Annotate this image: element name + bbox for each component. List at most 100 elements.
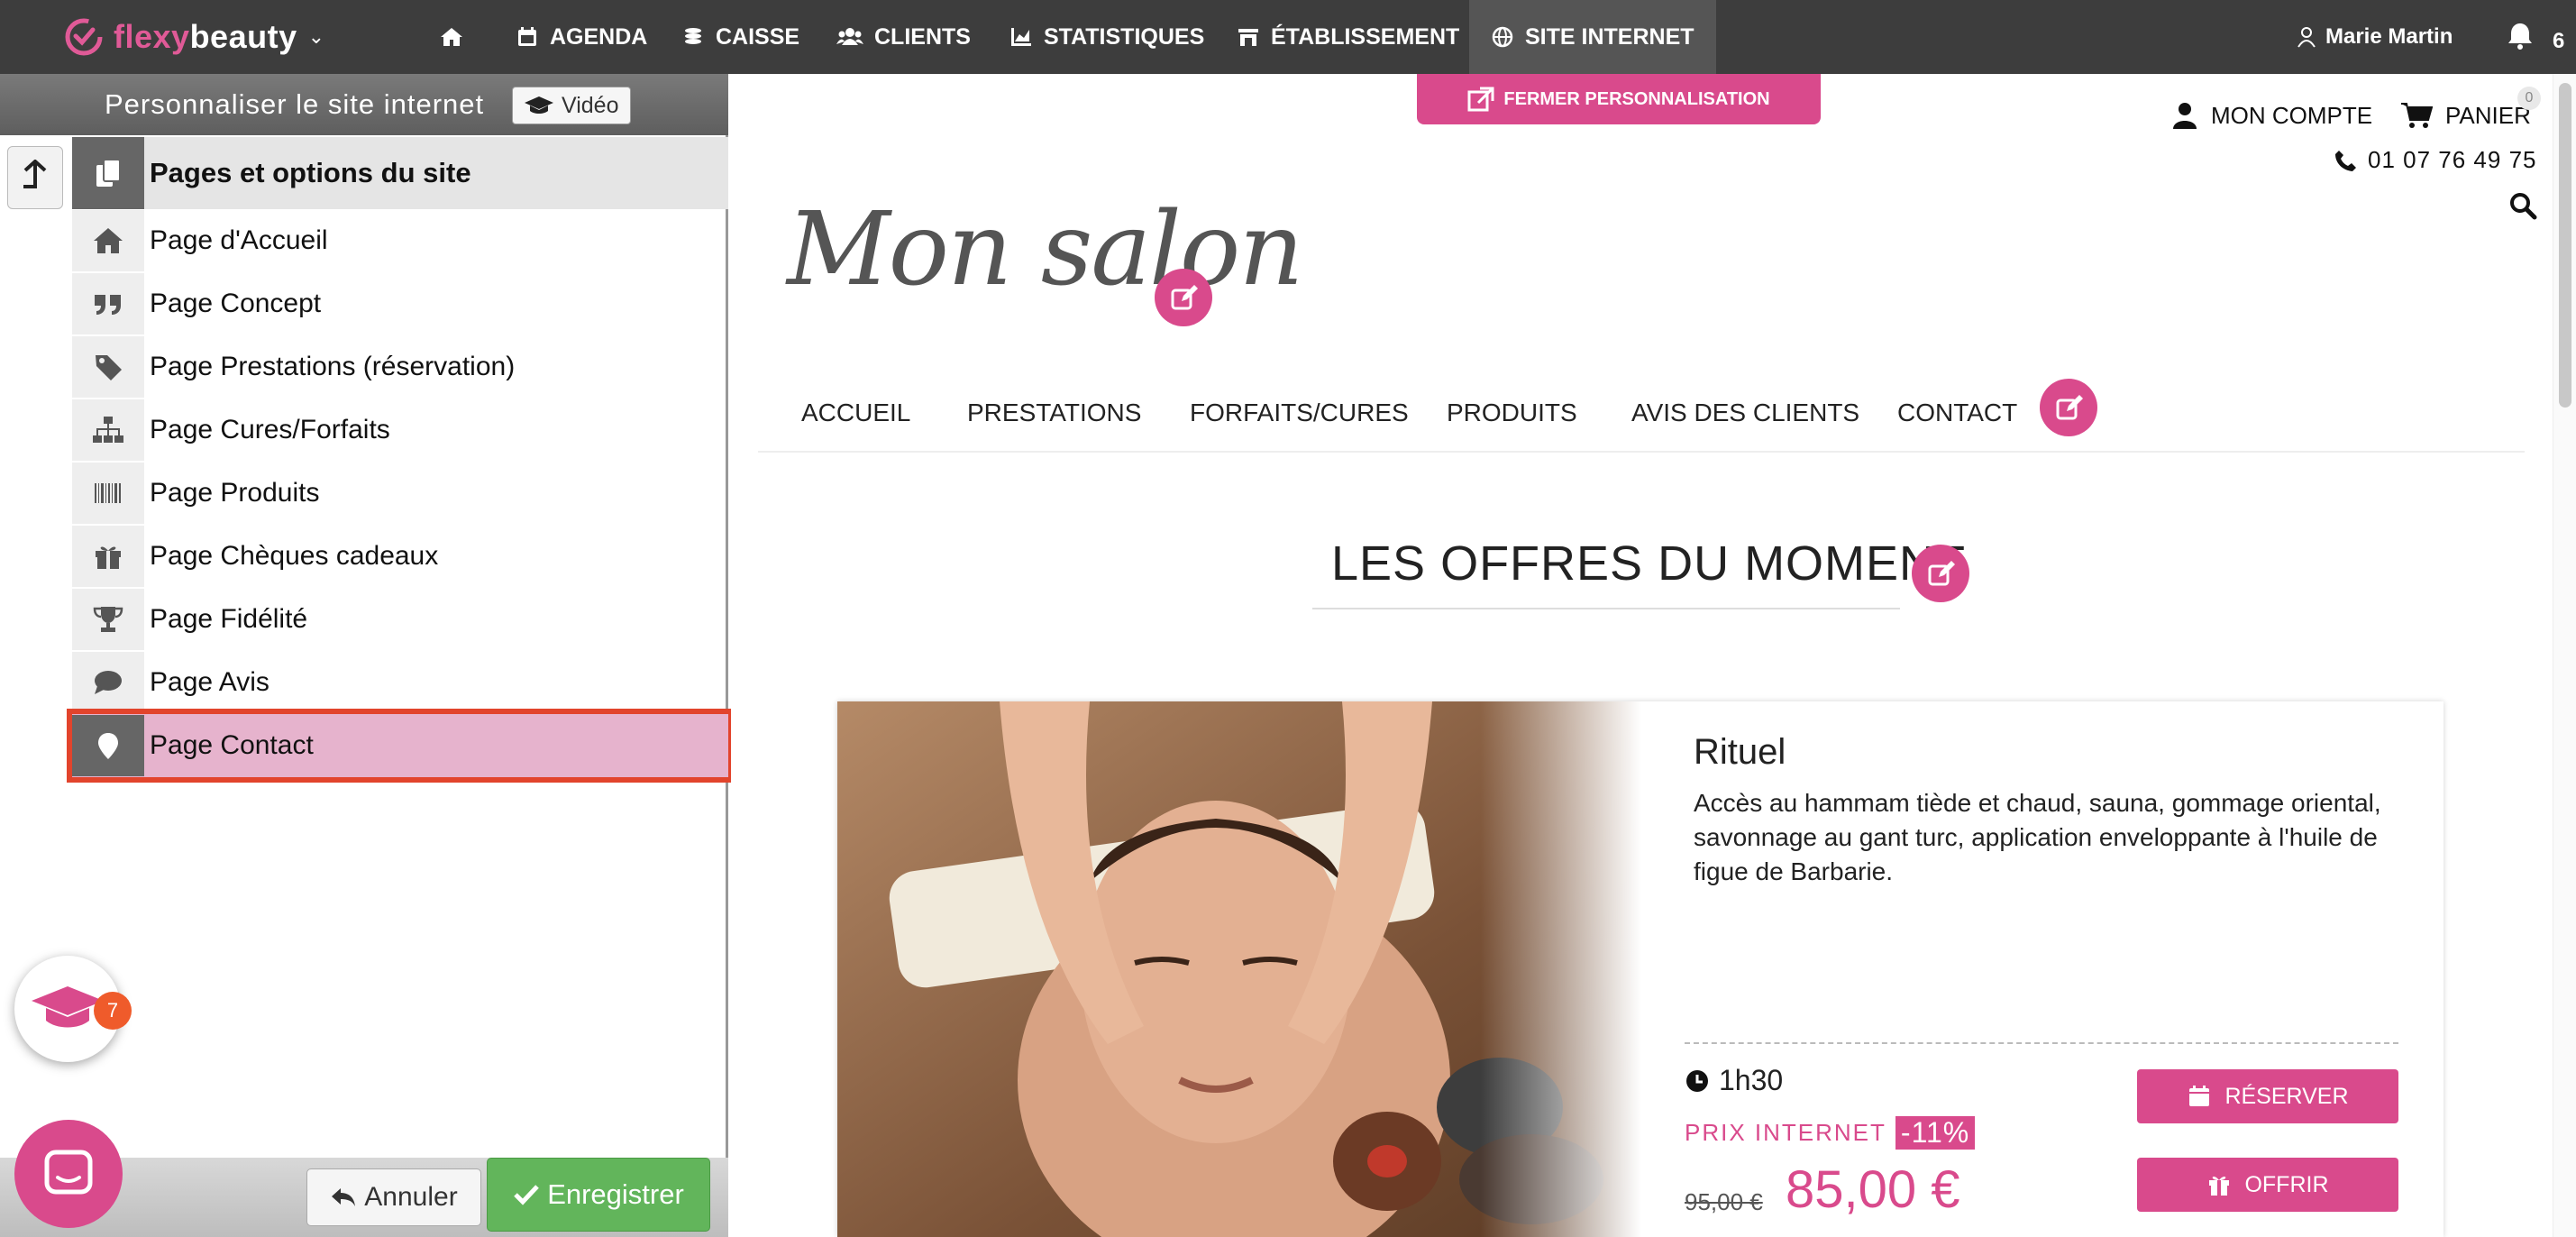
menu-contact[interactable]: CONTACT	[1897, 399, 2017, 427]
menu-produits[interactable]: PRODUITS	[1447, 399, 1577, 427]
page-item-prestations[interactable]: Page Prestations (réservation)	[72, 335, 728, 399]
customization-panel: Personnaliser le site internet Vidéo Pag…	[0, 74, 734, 1237]
page-item-label: Page Chèques cadeaux	[150, 541, 439, 571]
chart-icon	[1011, 28, 1031, 46]
new-price: 85,00 €	[1786, 1160, 1960, 1219]
external-link-icon	[1467, 87, 1494, 112]
phone-number[interactable]: 01 07 76 49 75	[2334, 146, 2537, 174]
page-item-concept[interactable]: Page Concept	[72, 272, 728, 335]
cart-link[interactable]: PANIER	[2400, 101, 2531, 130]
phone-text: 01 07 76 49 75	[2368, 146, 2537, 173]
coins-icon	[685, 28, 701, 44]
map-marker-icon	[98, 733, 118, 759]
nav-agenda[interactable]: AGENDA	[494, 0, 669, 74]
quote-icon	[95, 295, 121, 315]
edit-menu-button[interactable]	[2040, 379, 2097, 436]
flexybeauty-logo[interactable]: flexybeauty ⌄	[63, 14, 324, 60]
menu-avis-clients[interactable]: AVIS DES CLIENTS	[1631, 399, 1859, 427]
user-menu[interactable]: Marie Martin	[2297, 0, 2453, 74]
video-button[interactable]: Vidéo	[512, 87, 631, 124]
notifications-button[interactable]	[2504, 20, 2536, 57]
video-button-label: Vidéo	[562, 92, 619, 118]
chat-button[interactable]	[14, 1120, 123, 1228]
top-navigation-bar: flexybeauty ⌄ AGENDA CAISSE CLIENTS STAT…	[0, 0, 2576, 74]
back-button[interactable]	[7, 146, 63, 209]
offer-description: Accès au hammam tiède et chaud, sauna, g…	[1694, 789, 2381, 885]
edit-offers-button[interactable]	[1912, 545, 1969, 602]
page-item-label: Page Contact	[150, 730, 314, 760]
reply-icon	[332, 1188, 356, 1206]
offer-duration: 1h30	[1685, 1064, 1783, 1097]
home-icon	[94, 228, 123, 253]
pages-icon-box	[72, 137, 144, 209]
nav-statistiques-label: STATISTIQUES	[1044, 23, 1205, 50]
menu-divider	[758, 451, 2525, 453]
page-item-cures-forfaits[interactable]: Page Cures/Forfaits	[72, 399, 728, 462]
gift-button[interactable]: OFFRIR	[2137, 1158, 2398, 1212]
save-button[interactable]: Enregistrer	[487, 1158, 710, 1232]
check-icon	[514, 1185, 540, 1205]
menu-accueil[interactable]: ACCUEIL	[801, 399, 910, 427]
cart-label: PANIER	[2445, 101, 2531, 129]
nav-etablissement-label: ÉTABLISSEMENT	[1271, 23, 1460, 50]
gift-icon	[96, 546, 121, 569]
offers-title: LES OFFRES DU MOMENT	[1331, 536, 1967, 591]
notification-count: 6	[2553, 29, 2565, 53]
nav-statistiques[interactable]: STATISTIQUES	[988, 0, 1226, 74]
nav-caisse[interactable]: CAISSE	[660, 0, 821, 74]
scrollbar-thumb[interactable]	[2559, 83, 2571, 408]
page-scrollbar[interactable]	[2553, 74, 2576, 1237]
calendar-icon	[2189, 1086, 2210, 1106]
page-item-produits[interactable]: Page Produits	[72, 462, 728, 525]
menu-forfaits-cures[interactable]: FORFAITS/CURES	[1190, 399, 1409, 427]
close-customization-button[interactable]: FERMER PERSONNALISATION	[1417, 74, 1821, 124]
nav-caisse-label: CAISSE	[716, 23, 800, 50]
app-window: flexybeauty ⌄ AGENDA CAISSE CLIENTS STAT…	[0, 0, 2576, 1237]
pages-section-header: Pages et options du site	[72, 137, 728, 209]
nav-home[interactable]	[418, 0, 485, 74]
nav-site-internet[interactable]: SITE INTERNET	[1469, 0, 1716, 74]
page-item-fidelite[interactable]: Page Fidélité	[72, 588, 728, 651]
page-item-label: Page Fidélité	[150, 604, 308, 634]
trophy-icon	[93, 607, 123, 632]
users-icon	[836, 28, 863, 45]
page-item-label: Page Produits	[150, 478, 320, 508]
page-item-accueil[interactable]: Page d'Accueil	[72, 209, 728, 272]
search-button[interactable]	[2508, 191, 2537, 224]
edit-icon	[2056, 395, 2083, 420]
nav-etablissement[interactable]: ÉTABLISSEMENT	[1215, 0, 1481, 74]
tutorial-badge: 7	[94, 992, 132, 1030]
cancel-button-label: Annuler	[364, 1182, 458, 1212]
item-icon-box	[72, 715, 144, 776]
cart-icon	[2401, 103, 2433, 128]
price-label-text: PRIX INTERNET	[1685, 1119, 1886, 1146]
nav-clients[interactable]: CLIENTS	[815, 0, 992, 74]
page-item-avis[interactable]: Page Avis	[72, 651, 728, 714]
cancel-button[interactable]: Annuler	[306, 1168, 481, 1226]
item-icon-box	[72, 526, 144, 587]
old-price: 95,00 €	[1685, 1188, 1763, 1215]
item-icon-box	[72, 273, 144, 334]
offers-underline	[1312, 608, 1900, 609]
page-item-contact[interactable]: Page Contact	[67, 709, 734, 783]
account-link[interactable]: MON COMPTE	[2171, 101, 2372, 130]
user-icon	[2297, 27, 2316, 48]
gift-icon	[2209, 1177, 2230, 1196]
logo-icon	[65, 18, 103, 56]
panel-title: Personnaliser le site internet	[105, 88, 485, 120]
arrow-up-icon	[23, 160, 47, 188]
barcode-icon	[95, 483, 121, 503]
chat-icon	[44, 1150, 93, 1195]
page-item-label: Page Prestations (réservation)	[150, 352, 516, 381]
page-item-cheques-cadeaux[interactable]: Page Chèques cadeaux	[72, 525, 728, 588]
phone-icon	[2335, 150, 2356, 171]
store-icon	[1238, 29, 1258, 46]
account-label: MON COMPTE	[2211, 101, 2373, 129]
menu-prestations[interactable]: PRESTATIONS	[967, 399, 1141, 427]
salon-name: Mon salon	[787, 191, 1303, 308]
offer-duration-text: 1h30	[1719, 1064, 1784, 1096]
edit-logo-button[interactable]	[1155, 269, 1212, 326]
book-button[interactable]: RÉSERVER	[2137, 1069, 2398, 1123]
nav-clients-label: CLIENTS	[874, 23, 971, 50]
calendar-icon	[518, 27, 536, 46]
